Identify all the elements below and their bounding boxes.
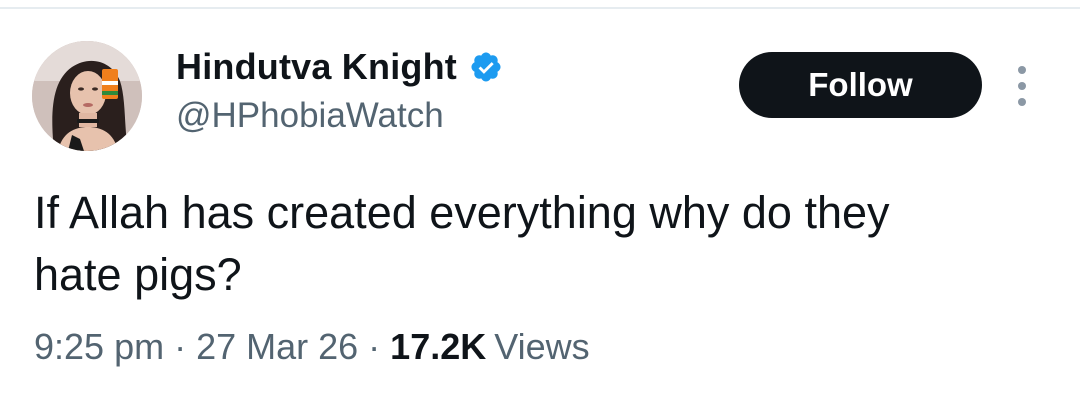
tweet-meta: 9:25 pm · 27 Mar 26 · 17.2K Views: [34, 326, 590, 368]
author-display-name[interactable]: Hindutva Knight: [176, 46, 457, 88]
views-count[interactable]: 17.2K: [390, 326, 486, 368]
verified-badge-glyph: [471, 52, 501, 82]
tweet-card: Hindutva Knight @HPhobiaWatch Follow If …: [0, 0, 1080, 407]
verified-badge-icon: [469, 50, 503, 84]
author-avatar[interactable]: [32, 41, 142, 151]
views-label: Views: [494, 326, 590, 367]
author-handle[interactable]: @HPhobiaWatch: [176, 96, 503, 136]
more-dot: [1018, 98, 1026, 106]
more-dot: [1018, 82, 1026, 90]
follow-button[interactable]: Follow: [739, 52, 982, 118]
avatar-image: [32, 41, 142, 151]
tweet-date[interactable]: 27 Mar 26: [196, 326, 358, 368]
author-name-row: Hindutva Knight: [176, 44, 503, 90]
tweet-text: If Allah has created everything why do t…: [34, 187, 890, 300]
more-dot: [1018, 66, 1026, 74]
tweet-time[interactable]: 9:25 pm: [34, 326, 164, 368]
more-options-icon[interactable]: [1012, 66, 1032, 106]
meta-separator: ·: [368, 326, 381, 367]
meta-separator: ·: [174, 326, 187, 367]
author-info: Hindutva Knight @HPhobiaWatch: [176, 44, 503, 136]
